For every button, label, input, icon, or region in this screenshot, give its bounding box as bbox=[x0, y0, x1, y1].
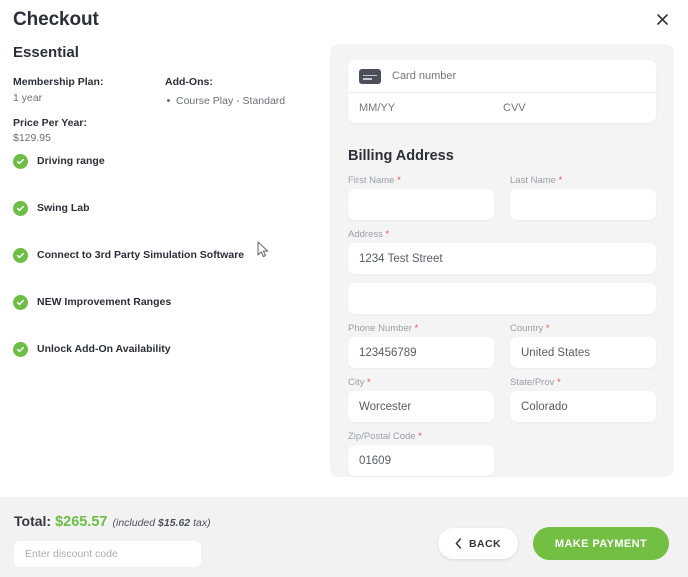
price-per-year-value: $129.95 bbox=[13, 132, 51, 145]
list-item: NEW Improvement Ranges bbox=[13, 290, 323, 314]
required-marker: * bbox=[418, 431, 422, 442]
back-button-label: BACK bbox=[469, 537, 501, 550]
address-label-text: Address bbox=[348, 229, 383, 240]
feature-label: Driving range bbox=[37, 155, 105, 167]
state-input[interactable] bbox=[510, 391, 656, 422]
list-item: Swing Lab bbox=[13, 196, 323, 220]
required-marker: * bbox=[557, 377, 561, 388]
phone-input[interactable] bbox=[348, 337, 494, 368]
card-expiry-cvv-row[interactable] bbox=[348, 93, 656, 123]
country-field: Country * bbox=[510, 323, 656, 368]
tax-note: (included $15.62 tax) bbox=[113, 517, 211, 529]
required-marker: * bbox=[385, 229, 390, 240]
credit-card-icon bbox=[359, 68, 381, 84]
last-name-label: Last Name * bbox=[510, 175, 656, 186]
back-button[interactable]: BACK bbox=[438, 528, 518, 559]
plan-meta-right: Add-Ons: Course Play - Standard bbox=[165, 75, 325, 109]
feature-label: Connect to 3rd Party Simulation Software bbox=[37, 249, 245, 261]
zip-label-text: Zip/Postal Code bbox=[348, 431, 416, 442]
make-payment-button[interactable]: MAKE PAYMENT bbox=[533, 527, 669, 560]
state-label-text: State/Prov bbox=[510, 377, 555, 388]
close-glyph bbox=[656, 13, 668, 25]
phone-field: Phone Number * bbox=[348, 323, 494, 368]
tax-suffix: tax) bbox=[190, 517, 211, 529]
last-name-field: Last Name * bbox=[510, 175, 656, 220]
city-field: City * bbox=[348, 377, 494, 422]
card-cvv-input[interactable] bbox=[503, 102, 645, 114]
list-item: Connect to 3rd Party Simulation Software bbox=[13, 243, 323, 267]
plan-meta: Membership Plan: 1 year Price Per Year: … bbox=[13, 75, 323, 145]
card-expiry-input[interactable] bbox=[359, 102, 503, 114]
first-name-label: First Name * bbox=[348, 175, 494, 186]
name-row: First Name * Last Name * bbox=[348, 175, 656, 229]
city-label: City * bbox=[348, 377, 494, 388]
state-label: State/Prov * bbox=[510, 377, 656, 388]
tax-prefix: (included bbox=[112, 517, 159, 529]
plan-meta-left: Membership Plan: 1 year Price Per Year: … bbox=[13, 75, 163, 156]
chevron-left-icon bbox=[455, 538, 462, 549]
total-amount: $265.57 bbox=[55, 514, 108, 530]
order-summary: Essential Membership Plan: 1 year Price … bbox=[13, 44, 323, 384]
payment-panel: Billing Address First Name * Last Name *… bbox=[330, 44, 674, 477]
card-details-group bbox=[348, 60, 656, 123]
check-circle-icon bbox=[13, 341, 28, 357]
close-icon[interactable] bbox=[650, 7, 674, 31]
check-circle-icon bbox=[13, 200, 28, 216]
feature-label: Swing Lab bbox=[37, 202, 90, 214]
feature-list: Driving range Swing Lab Connect to 3rd P… bbox=[13, 149, 323, 361]
checkout-dialog: Checkout Essential Membership Plan: 1 ye… bbox=[0, 0, 688, 577]
country-label: Country * bbox=[510, 323, 656, 334]
total-label: Total: bbox=[14, 513, 52, 529]
page-title: Checkout bbox=[13, 9, 99, 30]
address-input[interactable] bbox=[348, 243, 656, 274]
country-label-text: Country bbox=[510, 323, 544, 334]
check-circle-icon bbox=[13, 294, 28, 310]
phone-label: Phone Number * bbox=[348, 323, 494, 334]
address2-input[interactable] bbox=[348, 283, 656, 314]
billing-address-title: Billing Address bbox=[348, 148, 454, 164]
city-state-row: City * State/Prov * bbox=[348, 377, 656, 431]
zip-input[interactable] bbox=[348, 445, 494, 476]
first-name-input[interactable] bbox=[348, 189, 494, 220]
address-label: Address * bbox=[348, 229, 656, 240]
card-number-row[interactable] bbox=[348, 60, 656, 93]
city-input[interactable] bbox=[348, 391, 494, 422]
card-number-input[interactable] bbox=[392, 70, 645, 82]
addons-label: Add-Ons: bbox=[165, 76, 213, 88]
feature-label: NEW Improvement Ranges bbox=[37, 296, 172, 308]
list-item: Unlock Add-On Availability bbox=[13, 337, 323, 361]
required-marker: * bbox=[558, 175, 563, 186]
last-name-input[interactable] bbox=[510, 189, 656, 220]
plan-name: Essential bbox=[13, 44, 79, 61]
feature-label: Unlock Add-On Availability bbox=[37, 343, 171, 355]
tax-amount: $15.62 bbox=[158, 517, 191, 529]
required-marker: * bbox=[414, 323, 419, 334]
membership-plan-label: Membership Plan: bbox=[13, 76, 104, 88]
address2-field bbox=[348, 283, 656, 314]
zip-label: Zip/Postal Code * bbox=[348, 431, 494, 442]
discount-code-input[interactable] bbox=[14, 541, 201, 567]
membership-plan-value: 1 year bbox=[13, 91, 43, 104]
price-per-year-label: Price Per Year: bbox=[13, 116, 87, 129]
required-marker: * bbox=[545, 323, 550, 334]
addons-list: Course Play - Standard bbox=[165, 93, 325, 109]
zip-field: Zip/Postal Code * bbox=[348, 431, 494, 476]
required-marker: * bbox=[367, 377, 371, 388]
list-item: Course Play - Standard bbox=[165, 93, 325, 109]
check-circle-icon bbox=[13, 247, 28, 263]
phone-country-row: Phone Number * Country * bbox=[348, 323, 656, 377]
total-line: Total: $265.57 (included $15.62 tax) bbox=[14, 513, 211, 531]
last-name-label-text: Last Name bbox=[510, 175, 556, 186]
first-name-field: First Name * bbox=[348, 175, 494, 220]
state-field: State/Prov * bbox=[510, 377, 656, 422]
phone-label-text: Phone Number bbox=[348, 323, 412, 334]
required-marker: * bbox=[397, 175, 401, 186]
city-label-text: City bbox=[348, 377, 365, 388]
country-input[interactable] bbox=[510, 337, 656, 368]
first-name-label-text: First Name bbox=[348, 175, 395, 186]
address-field: Address * bbox=[348, 229, 656, 274]
